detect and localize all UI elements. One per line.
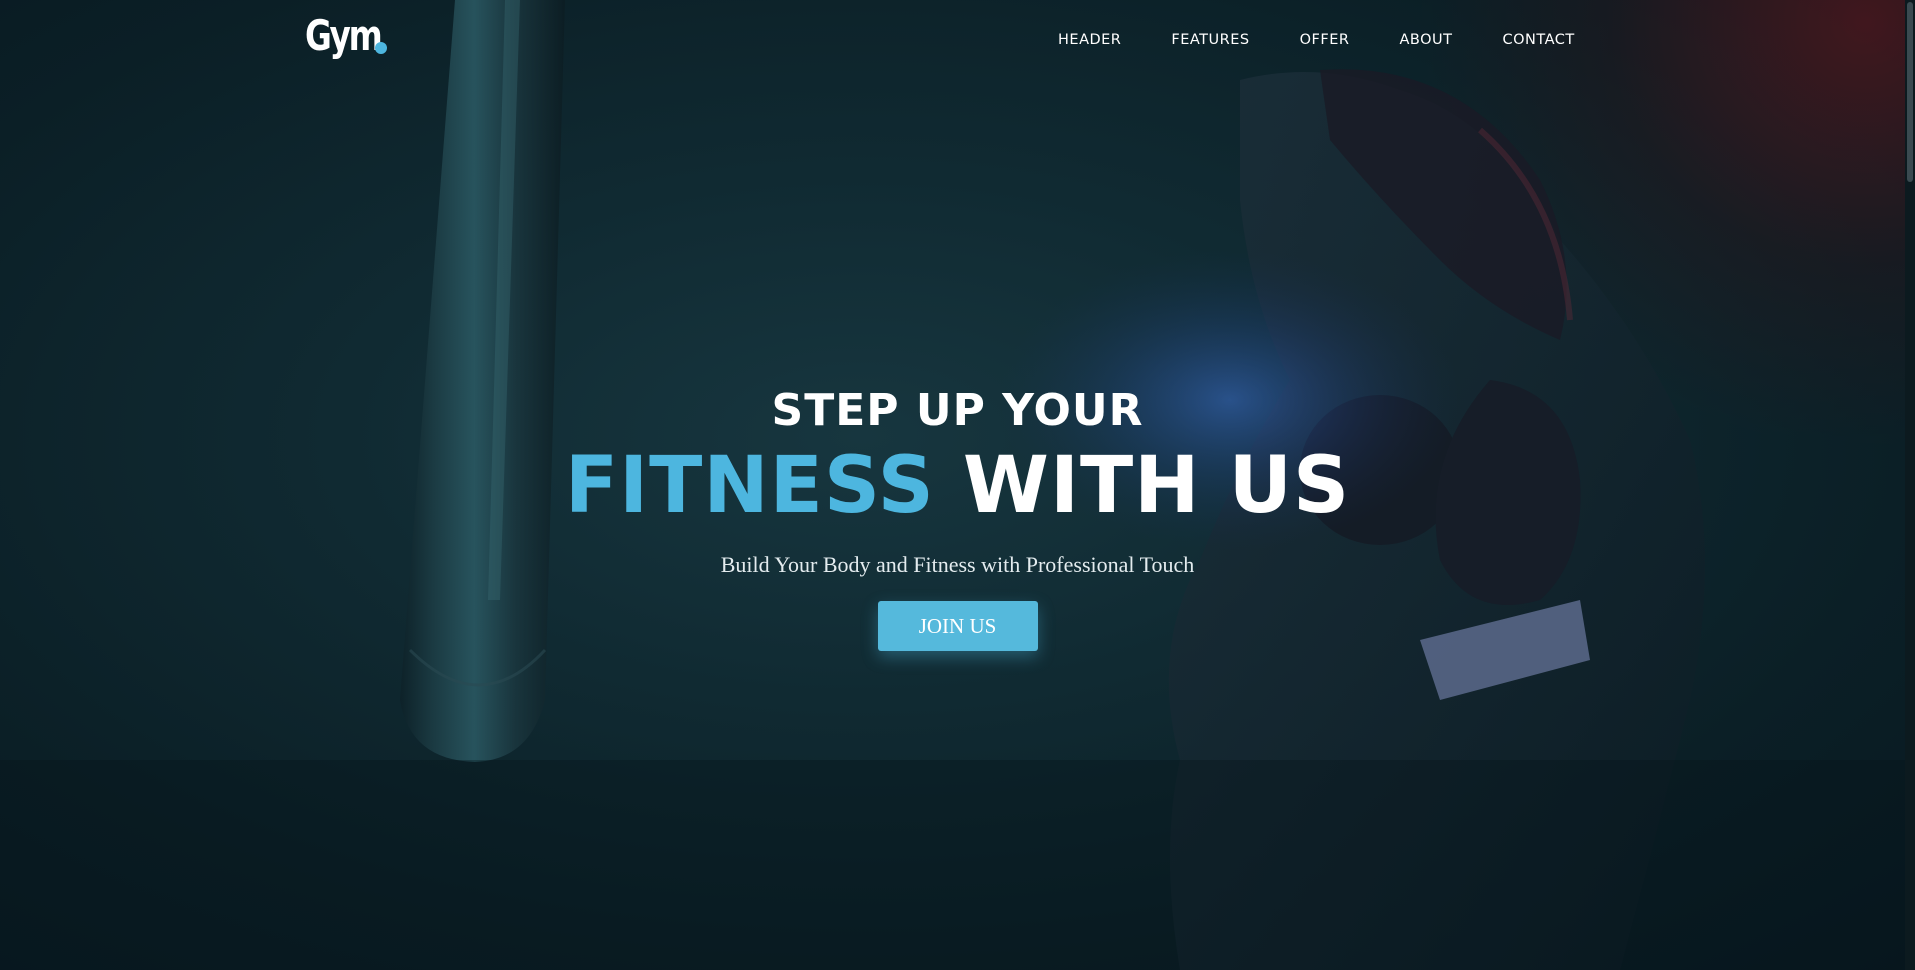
hero-heading-line1: STEP UP YOUR — [771, 385, 1144, 436]
nav-item-header[interactable]: HEADER — [1058, 30, 1121, 50]
hero-heading-line2: FITNESS WITH US — [0, 441, 1915, 531]
hero-tagline: Build Your Body and Fitness with Profess… — [720, 552, 1195, 577]
hero-heading-accent: FITNESS — [564, 441, 935, 531]
logo-dot-icon — [375, 42, 387, 54]
nav-item-contact[interactable]: CONTACT — [1502, 30, 1574, 50]
nav-item-features[interactable]: FEATURES — [1171, 30, 1249, 50]
landing-page: Gym HEADER FEATURES OFFER ABOUT CONTACT … — [0, 0, 1915, 970]
join-us-button[interactable]: JOIN US — [877, 601, 1038, 651]
hero-section: STEP UP YOUR FITNESS WITH US Build Your … — [0, 385, 1915, 651]
nav-item-about[interactable]: ABOUT — [1399, 30, 1452, 50]
nav-item-offer[interactable]: OFFER — [1300, 30, 1350, 50]
logo[interactable]: Gym — [305, 12, 383, 60]
top-navigation: Gym HEADER FEATURES OFFER ABOUT CONTACT — [0, 0, 1915, 80]
nav-menu: HEADER FEATURES OFFER ABOUT CONTACT — [1058, 30, 1575, 50]
hero-heading-rest: WITH US — [962, 441, 1351, 531]
